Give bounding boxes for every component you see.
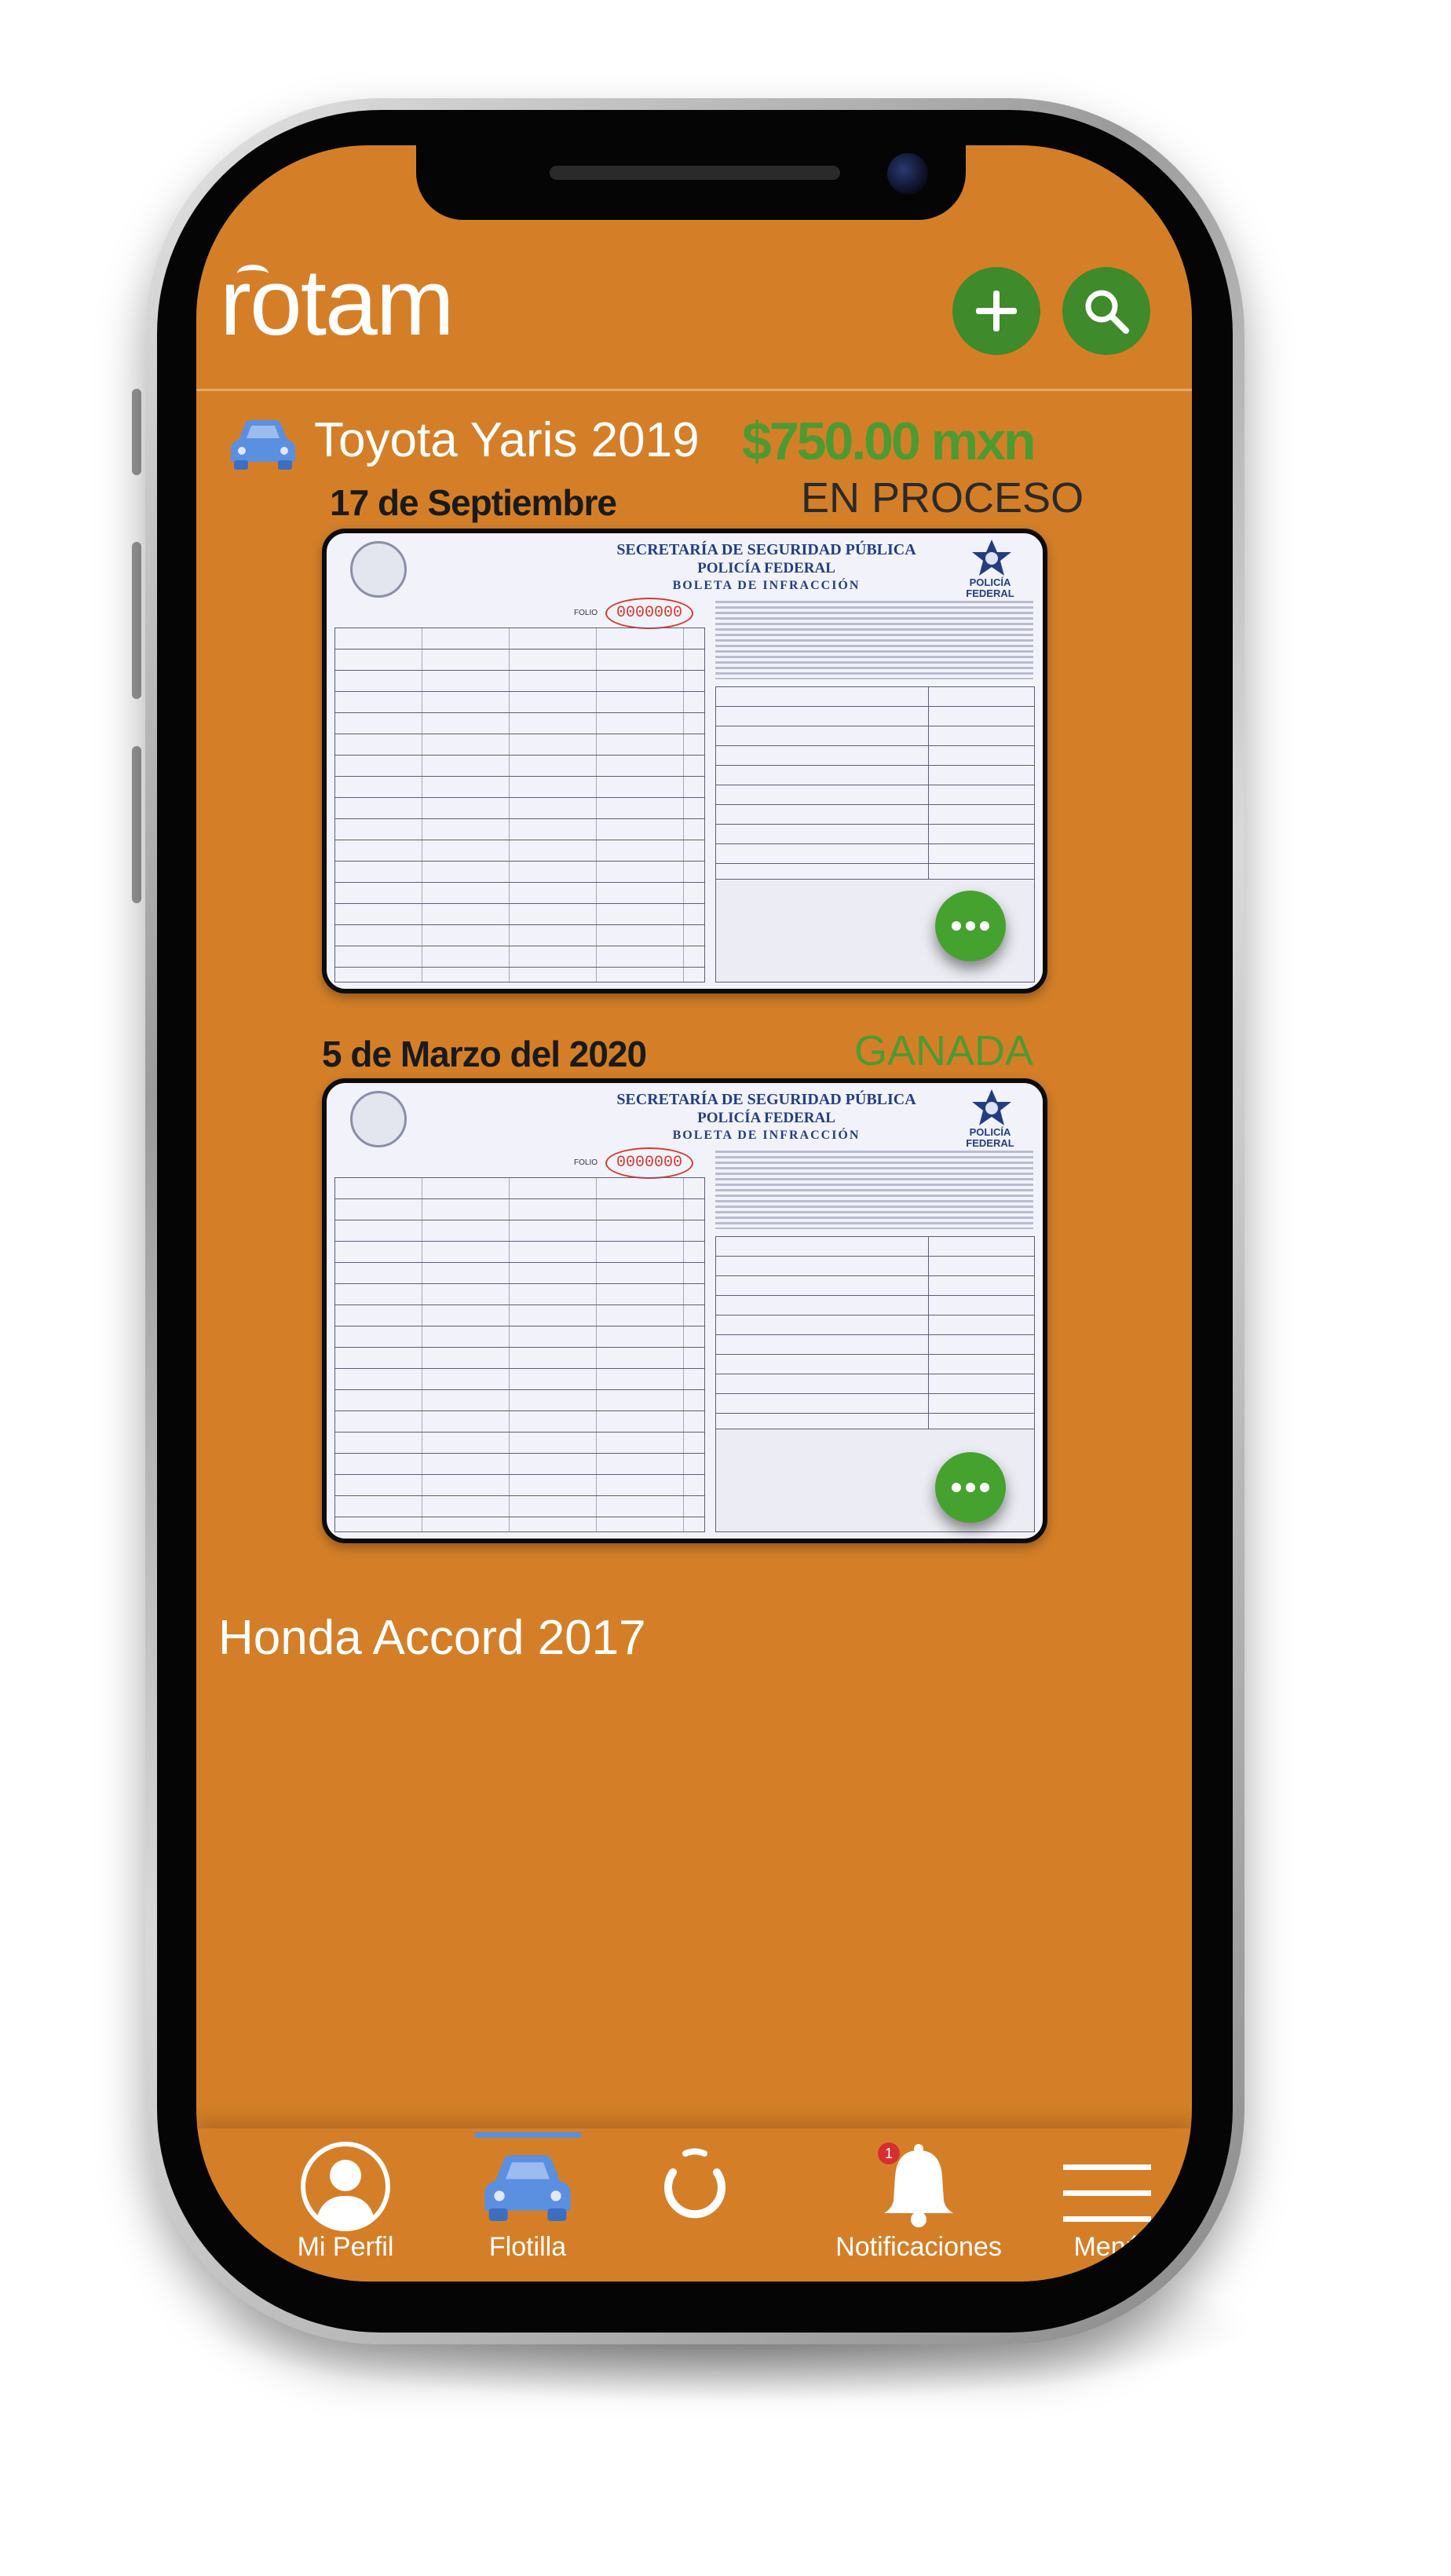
ticket-date: 17 de Septiembre: [330, 482, 617, 523]
police-badge-icon: [972, 1089, 1011, 1125]
more-dot: [966, 921, 975, 931]
add-button[interactable]: [952, 267, 1040, 355]
ticket-more-button[interactable]: [935, 891, 1006, 961]
phone-notch: [416, 145, 966, 220]
more-dots-icon: [952, 1483, 961, 1492]
nav-label: Menú: [1073, 2232, 1141, 2262]
ticket-doc-subtitle: POLICÍA FEDERAL: [697, 560, 835, 576]
police-badge-label: POLICÍA FEDERAL: [966, 576, 1014, 599]
government-seal-icon: [350, 541, 407, 598]
logo-arc: [237, 265, 269, 283]
more-dot: [980, 921, 989, 931]
plus-icon: [976, 291, 1017, 331]
folio-label: FOLIO: [574, 1158, 598, 1167]
search-icon: [1085, 290, 1129, 334]
nav-item-menu[interactable]: Menú: [1044, 2128, 1170, 2281]
nav-label: Flotilla: [488, 2232, 567, 2262]
header-divider: [196, 389, 1192, 391]
nav-item-home[interactable]: [624, 2128, 766, 2281]
car-icon: [484, 2155, 571, 2221]
ticket-form-left: [334, 1177, 705, 1532]
ticket-status: EN PROCESO: [801, 474, 1084, 521]
ticket-more-button[interactable]: [935, 1452, 1006, 1523]
ticket-form-left: [334, 628, 705, 982]
active-tab-indicator: [475, 2132, 581, 2138]
nav-item-profile[interactable]: Mi Perfil: [275, 2128, 416, 2281]
user-icon: [301, 2142, 390, 2231]
folio-label: FOLIO: [574, 609, 598, 617]
ticket-doc-title: SECRETARÍA DE SEGURIDAD PÚBLICA: [616, 1091, 916, 1108]
nav-item-notifications[interactable]: 1 Notificaciones: [817, 2128, 1021, 2281]
bottom-nav: Mi Perfil Flotilla 1 Notificaciones Menú: [196, 2128, 1192, 2281]
more-dot: [966, 1483, 975, 1492]
search-button[interactable]: [1062, 267, 1150, 355]
more-dots-icon: [952, 921, 961, 931]
government-seal-icon: [350, 1091, 407, 1147]
speaker-grille: [550, 166, 840, 180]
ticket-card[interactable]: SECRETARÍA DE SEGURIDAD PÚBLICA POLICÍA …: [322, 1078, 1047, 1543]
fine-amount: $750.00 mxn: [742, 412, 1036, 471]
phone-side-button: [132, 389, 141, 475]
hamburger-icon: [1063, 2164, 1151, 2222]
ticket-doc-title: SECRETARÍA DE SEGURIDAD PÚBLICA: [616, 541, 916, 558]
vehicle-title[interactable]: Toyota Yaris 2019: [314, 412, 700, 468]
police-badge-icon: [972, 540, 1011, 576]
phone-side-button: [132, 746, 141, 903]
ticket-status: GANADA: [854, 1027, 1034, 1074]
folio-number: 0000000: [605, 1147, 693, 1179]
folio-number: 0000000: [605, 598, 693, 629]
ticket-doc-type: BOLETA DE INFRACCIÓN: [672, 579, 861, 592]
ticket-card[interactable]: SECRETARÍA DE SEGURIDAD PÚBLICA POLICÍA …: [322, 529, 1047, 993]
ticket-date: 5 de Marzo del 2020: [322, 1034, 647, 1074]
front-camera: [887, 153, 928, 194]
ticket-legal-text: [715, 1151, 1033, 1229]
rotam-logo-icon: [664, 2148, 726, 2219]
ticket-doc-type: BOLETA DE INFRACCIÓN: [672, 1129, 861, 1142]
ticket-doc-subtitle: POLICÍA FEDERAL: [697, 1110, 835, 1126]
ticket-legal-text: [715, 601, 1033, 679]
notification-badge: 1: [878, 2142, 900, 2164]
phone-side-button: [132, 542, 141, 699]
nav-label: Notificaciones: [835, 2232, 1002, 2262]
car-icon: [231, 420, 295, 470]
more-dot: [980, 1483, 989, 1492]
vehicle-title[interactable]: Honda Accord 2017: [218, 1610, 646, 1666]
nav-label: Mi Perfil: [297, 2232, 394, 2262]
app-screen: rotam Toyota Yaris 2019 $750.00 mxn 17 d…: [196, 145, 1192, 2281]
police-badge-label: POLICÍA FEDERAL: [966, 1126, 1014, 1149]
nav-item-fleet[interactable]: Flotilla: [457, 2128, 598, 2281]
